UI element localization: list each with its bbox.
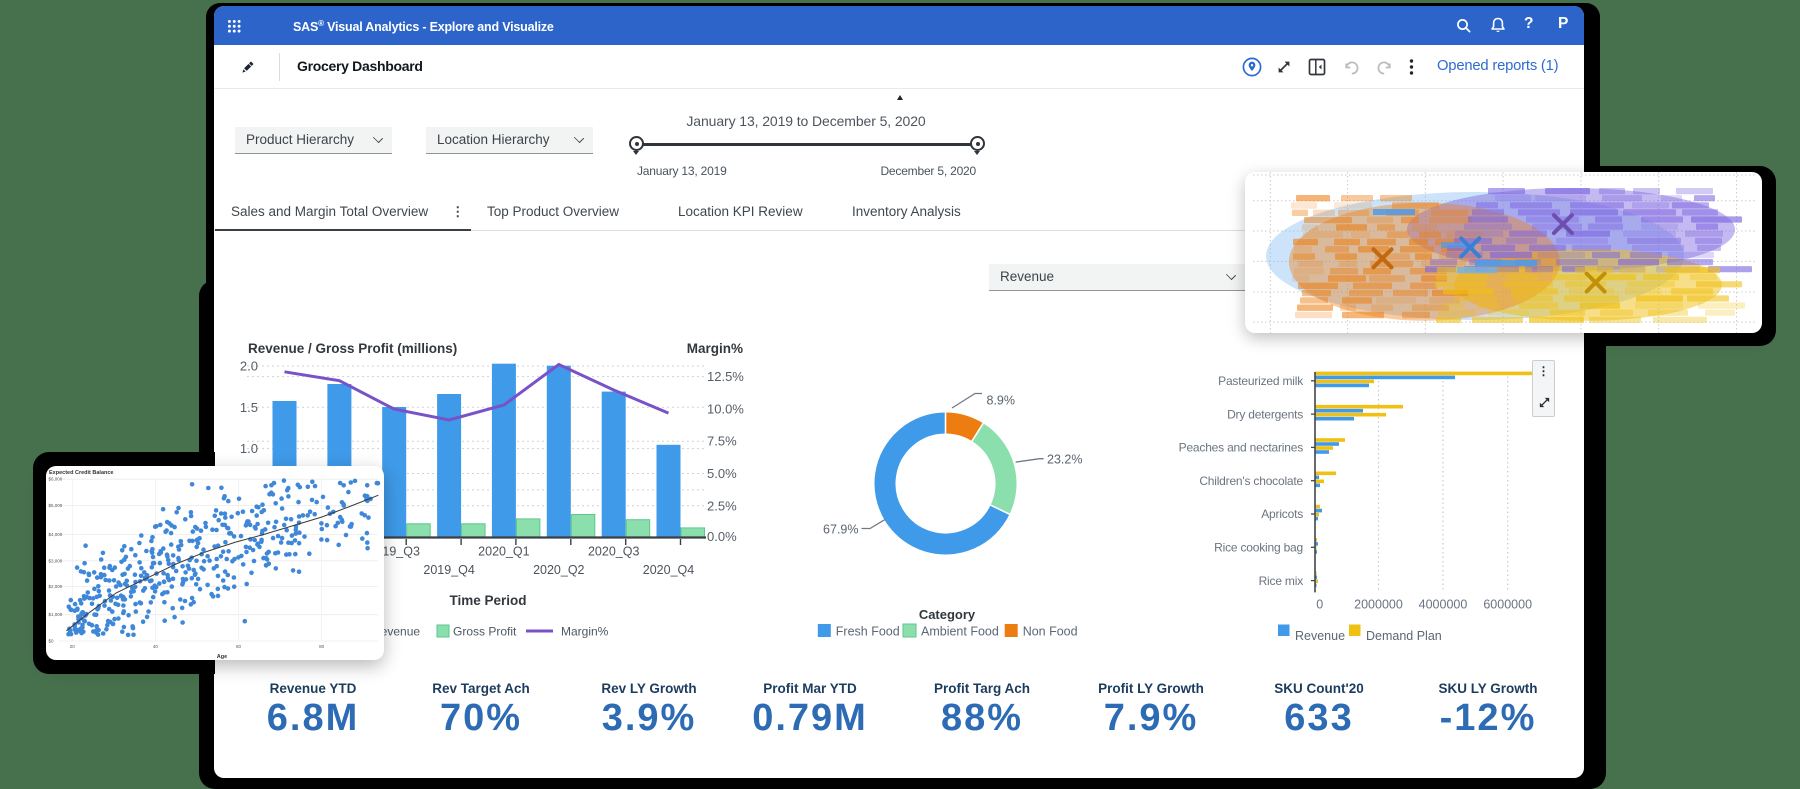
svg-text:Gross Profit: Gross Profit xyxy=(453,625,517,639)
svg-text:0.0%: 0.0% xyxy=(707,529,737,544)
svg-text:80: 80 xyxy=(319,644,325,649)
svg-text:12.5%: 12.5% xyxy=(707,369,744,384)
svg-text:Margin%: Margin% xyxy=(687,341,743,356)
svg-text:Revenue: Revenue xyxy=(1295,629,1345,643)
svg-text:$2,000: $2,000 xyxy=(49,584,63,589)
svg-text:Rice cooking bag: Rice cooking bag xyxy=(1214,541,1303,555)
svg-text:Ambient Food: Ambient Food xyxy=(921,625,999,639)
svg-text:Children's chocolate: Children's chocolate xyxy=(1199,474,1303,488)
svg-text:Revenue / Gross Profit (millio: Revenue / Gross Profit (millions) xyxy=(248,341,457,356)
svg-text:$0: $0 xyxy=(49,639,55,644)
svg-text:5.0%: 5.0% xyxy=(707,466,737,481)
svg-text:Category: Category xyxy=(919,607,976,622)
svg-text:$6,000: $6,000 xyxy=(49,477,63,482)
svg-text:8.9%: 8.9% xyxy=(987,394,1016,408)
svg-text:7.5%: 7.5% xyxy=(707,434,737,449)
svg-text:Fresh Food: Fresh Food xyxy=(836,625,900,639)
svg-text:2020_Q3: 2020_Q3 xyxy=(588,545,639,559)
svg-text:Time Period: Time Period xyxy=(449,593,526,608)
svg-text:6000000: 6000000 xyxy=(1483,598,1532,612)
svg-text:Expected Credit Balance: Expected Credit Balance xyxy=(49,470,114,476)
svg-text:2.0: 2.0 xyxy=(240,359,258,374)
svg-text:1.0: 1.0 xyxy=(240,441,258,456)
svg-text:2000000: 2000000 xyxy=(1354,598,1403,612)
svg-text:1.5: 1.5 xyxy=(240,400,258,415)
svg-text:20: 20 xyxy=(70,644,76,649)
svg-text:Non Food: Non Food xyxy=(1023,625,1078,639)
svg-text:Dry detergents: Dry detergents xyxy=(1227,407,1303,421)
svg-text:67.9%: 67.9% xyxy=(823,523,858,537)
svg-text:$1,000: $1,000 xyxy=(49,612,63,617)
svg-text:Margin%: Margin% xyxy=(561,625,609,639)
svg-text:23.2%: 23.2% xyxy=(1047,453,1082,467)
svg-text:Apricots: Apricots xyxy=(1261,507,1303,521)
svg-text:$3,000: $3,000 xyxy=(49,558,63,563)
svg-text:Pasteurized milk: Pasteurized milk xyxy=(1218,374,1304,388)
svg-text:Rice mix: Rice mix xyxy=(1259,574,1304,588)
svg-text:10.0%: 10.0% xyxy=(707,401,744,416)
svg-text:0: 0 xyxy=(1316,598,1323,612)
svg-text:2020_Q2: 2020_Q2 xyxy=(533,563,584,577)
svg-text:2.5%: 2.5% xyxy=(707,498,737,513)
svg-text:2019_Q4: 2019_Q4 xyxy=(423,563,474,577)
svg-text:4000000: 4000000 xyxy=(1419,598,1468,612)
svg-text:Peaches and nectarines: Peaches and nectarines xyxy=(1179,441,1304,455)
svg-text:$4,000: $4,000 xyxy=(49,532,63,537)
svg-text:40: 40 xyxy=(153,644,159,649)
svg-text:2020_Q1: 2020_Q1 xyxy=(478,545,529,559)
svg-text:Demand Plan: Demand Plan xyxy=(1366,629,1442,643)
svg-text:60: 60 xyxy=(236,644,242,649)
svg-text:2020_Q4: 2020_Q4 xyxy=(643,563,694,577)
svg-text:$5,000: $5,000 xyxy=(49,503,63,508)
svg-text:Age: Age xyxy=(217,654,227,660)
